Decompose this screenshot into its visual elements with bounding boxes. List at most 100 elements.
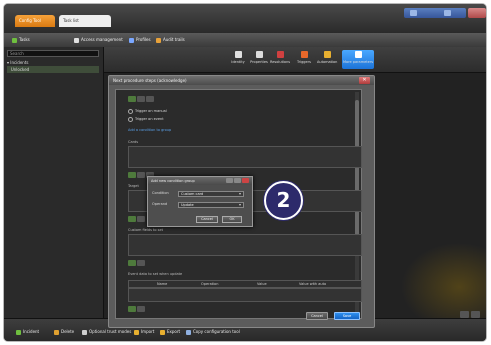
export-button[interactable]: Export	[160, 328, 180, 335]
tab-config-tool[interactable]: Config Tool	[15, 15, 55, 27]
ribbon-more-parameters[interactable]: More parameters	[342, 50, 374, 69]
ribbon-identity-label: Identity	[231, 60, 245, 64]
grid-header-name: Name	[157, 282, 168, 286]
remove-icon[interactable]	[137, 260, 145, 266]
add-incident-label: Incident	[23, 329, 40, 334]
callout-number: 2	[276, 188, 291, 212]
ribbon-triggers-label: Triggers	[297, 60, 311, 64]
delete-button[interactable]: Delete	[54, 328, 74, 335]
dialog-save-button[interactable]: Save	[334, 312, 360, 320]
trust-modes-label: Optional trust modes	[89, 329, 132, 334]
background-glow	[396, 239, 486, 319]
ribbon-properties[interactable]: Properties	[249, 50, 269, 69]
custom-fields-label-text: Custom fields to set	[128, 228, 163, 232]
add-icon[interactable]	[128, 260, 136, 266]
condition-window-controls	[225, 178, 249, 186]
add-icon[interactable]	[128, 172, 136, 178]
cards-box[interactable]	[128, 146, 362, 168]
ribbon-identity[interactable]: Identity	[228, 50, 248, 69]
condition-row: Condition	[152, 190, 169, 197]
remove-icon[interactable]	[137, 216, 145, 222]
minimize-icon[interactable]	[444, 10, 451, 16]
toolbar-tasks[interactable]: Tasks	[12, 36, 30, 44]
event-data-label: Event data to set when update	[128, 272, 182, 276]
radio-trigger-manual[interactable]: Trigger on manual	[128, 108, 167, 114]
dialog-save-label: Save	[342, 314, 352, 318]
add-icon[interactable]	[128, 216, 136, 222]
toolbar-audit-trails[interactable]: Audit trails	[156, 36, 185, 44]
toolbar-profiles[interactable]: Profiles	[129, 36, 151, 44]
add-icon[interactable]	[128, 96, 136, 102]
tree-item-label: Unlocked	[10, 67, 30, 72]
sidebar: Search ▾ Incidents Unlocked	[4, 47, 104, 318]
condition-cancel-button[interactable]: Cancel	[196, 216, 218, 223]
ribbon-automation[interactable]: Automation	[317, 50, 337, 69]
dialog-cancel-button[interactable]: Cancel	[306, 312, 328, 320]
grid-header-operation: Operation	[201, 282, 219, 286]
tree-item-unlocked[interactable]: Unlocked	[7, 66, 99, 73]
import-button[interactable]: Import	[134, 328, 154, 335]
custom-fields-button-group	[128, 260, 146, 266]
add-incident-button[interactable]: Incident	[16, 328, 39, 335]
condition-select[interactable]: Custom card ▾	[178, 191, 244, 197]
tree-item-label: Incidents	[10, 60, 29, 65]
event-data-grid-header: Name Operation Value Value with auto	[128, 280, 362, 288]
ribbon-resolutions[interactable]: Resolutions	[270, 50, 290, 69]
edit-icon[interactable]	[137, 96, 145, 102]
target-label: Target	[128, 184, 139, 188]
dialog-close-button[interactable]: ✕	[359, 77, 370, 84]
scrollbar-thumb[interactable]	[355, 100, 359, 240]
minimize-icon[interactable]	[226, 178, 233, 183]
condition-label: Condition	[152, 191, 169, 195]
forward-button[interactable]	[471, 311, 480, 318]
toolbar-access-management[interactable]: Access management	[74, 36, 123, 44]
trust-modes-button[interactable]: Optional trust modes	[82, 328, 131, 335]
add-icon[interactable]	[128, 306, 136, 312]
operand-select[interactable]: Update ▾	[178, 202, 244, 208]
copy-config-button[interactable]: Copy configuration tool	[186, 328, 240, 335]
tree-item-incidents[interactable]: ▾ Incidents	[7, 59, 99, 66]
maximize-icon[interactable]	[234, 178, 241, 183]
toolbar-profiles-label: Profiles	[136, 37, 151, 42]
remove-icon[interactable]	[146, 96, 154, 102]
ribbon-resolutions-label: Resolutions	[270, 60, 291, 64]
tab-config-tool-label: Config Tool	[19, 18, 41, 23]
target-button-group	[128, 216, 146, 222]
condition-cancel-label: Cancel	[201, 217, 213, 221]
chevron-down-icon: ▾	[238, 202, 241, 207]
back-button[interactable]	[460, 311, 469, 318]
tab-task-list[interactable]: Task list	[59, 15, 111, 27]
cards-label-text: Cards	[128, 140, 139, 144]
event-data-button-group	[128, 306, 146, 312]
close-icon[interactable]	[242, 178, 249, 183]
condition-ok-button[interactable]: OK	[222, 216, 242, 223]
event-data-label-text: Event data to set when update	[128, 272, 183, 276]
toolbar-tasks-label: Tasks	[19, 37, 30, 42]
radio-icon	[128, 108, 133, 114]
ribbon: Identity Properties Resolutions Triggers…	[104, 47, 486, 73]
ribbon-properties-label: Properties	[250, 60, 268, 64]
automation-icon	[323, 51, 331, 58]
ribbon-triggers[interactable]: Triggers	[294, 50, 314, 69]
radio-icon	[128, 116, 133, 122]
custom-fields-box[interactable]	[128, 234, 362, 256]
tasks-icon	[12, 37, 17, 43]
ribbon-more-params-label: More parameters	[342, 60, 374, 64]
close-window-button[interactable]	[468, 8, 486, 18]
trust-icon	[82, 329, 87, 335]
close-icon: ✕	[362, 77, 367, 83]
dialog-title: Next procedure steps (acknowledge)	[109, 76, 374, 85]
edit-icon[interactable]	[137, 172, 145, 178]
event-data-grid[interactable]	[128, 288, 362, 302]
dialog-title-text: Next procedure steps (acknowledge)	[113, 78, 187, 83]
restore-icon[interactable]	[410, 10, 417, 16]
entity-tree: ▾ Incidents Unlocked	[7, 59, 99, 73]
radio-trigger-event[interactable]: Trigger on event	[128, 116, 164, 122]
toolbar-audit-label: Audit trails	[163, 37, 185, 42]
add-condition-link[interactable]: Add a condition to group	[128, 128, 171, 132]
radio-label: Trigger on manual	[135, 109, 167, 113]
window-controls[interactable]	[404, 8, 466, 18]
search-input[interactable]: Search	[7, 50, 99, 57]
audit-icon	[156, 37, 161, 43]
remove-icon[interactable]	[137, 306, 145, 312]
